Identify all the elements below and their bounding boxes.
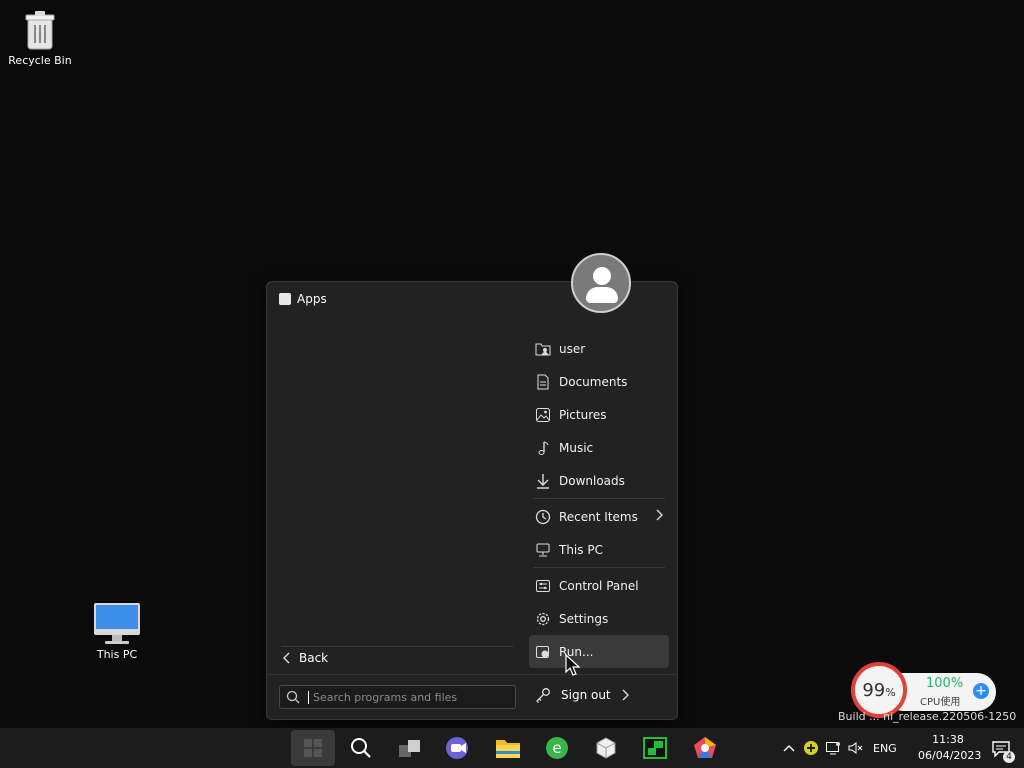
footer-separator [267,674,677,675]
start-item-music[interactable]: Music [529,431,669,464]
recycle-bin-icon [25,11,55,50]
search-placeholder: Search programs and files [313,690,458,704]
svg-text:e: e [552,739,561,757]
start-item-label: Downloads [559,473,625,488]
start-item-downloads[interactable]: Downloads [529,464,669,497]
start-menu: Apps user Documents Pictures Music Downl… [266,281,678,720]
clock-date: 06/04/2023 [918,749,982,762]
music-note-icon [535,440,551,456]
computer-icon [535,542,551,558]
windows-logo-icon [304,739,322,757]
clock-time: 11:38 [932,733,964,746]
memory-unit: % [885,685,896,699]
sign-out-button[interactable]: Sign out [535,687,629,703]
start-item-label: Settings [559,611,609,626]
start-item-label: Pictures [559,407,607,422]
search-button[interactable] [339,730,383,766]
start-item-control-panel[interactable]: Control Panel [529,569,669,602]
this-pc-label: This PC [96,648,138,661]
picture-icon [535,407,551,423]
start-item-recent-items[interactable]: Recent Items [529,500,669,533]
start-item-label: This PC [559,542,603,557]
green-app-icon [643,737,667,759]
start-item-label: Recent Items [559,509,638,524]
memory-percent: 99 [862,679,886,701]
task-view-icon [399,740,420,757]
recycle-bin-label: Recycle Bin [8,54,72,67]
gear-icon [535,611,551,627]
user-folder-icon [535,341,551,357]
back-label: Back [299,651,329,665]
start-item-pictures[interactable]: Pictures [529,398,669,431]
sign-out-label: Sign out [561,688,611,702]
package-box-icon [596,737,616,759]
build-watermark: Build ... ni_release.220506-1250 [838,710,1017,723]
cpu-percent: 100% [926,676,964,691]
start-item-label: Music [559,440,594,455]
avatar-head [593,267,611,285]
run-icon [535,644,551,660]
start-item-settings[interactable]: Settings [529,602,669,635]
start-item-user[interactable]: user [529,332,669,365]
display-icon[interactable] [825,740,841,756]
chevron-right-icon [655,509,663,524]
teams-chat-button[interactable] [436,730,480,766]
chevron-left-icon [283,652,290,664]
colorful-app-button[interactable] [683,730,727,766]
desktop-icon-this-pc[interactable]: This PC [77,602,157,661]
apps-icon [279,293,291,305]
desktop-icon-recycle-bin[interactable]: Recycle Bin [0,10,80,67]
green-app-button[interactable] [633,730,677,766]
document-icon [535,374,551,390]
back-button[interactable]: Back [283,651,328,665]
clock[interactable]: 11:38 06/04/2023 [918,732,982,764]
chevron-up-icon[interactable] [783,744,795,752]
pentagon-app-icon [694,737,716,758]
download-arrow-icon [535,473,551,489]
text-caret [308,690,309,704]
back-separator [281,646,513,647]
computer-icon [94,603,140,644]
menu-separator [533,567,665,568]
browser-button[interactable]: e [535,730,579,766]
apps-title: Apps [297,292,327,306]
mouse-cursor-icon [565,654,581,676]
cpu-label: CPU使用 [920,697,961,708]
package-app-button[interactable] [584,730,628,766]
start-item-documents[interactable]: Documents [529,365,669,398]
start-item-this-pc[interactable]: This PC [529,533,669,566]
avatar-body [586,287,618,303]
speaker-muted-icon[interactable] [847,740,863,756]
apps-header[interactable]: Apps [279,292,327,306]
start-button[interactable] [291,730,335,766]
teams-chat-icon [446,737,468,759]
clock-icon [535,509,551,525]
search-icon [351,738,371,758]
control-panel-icon [535,578,551,594]
plus-badge-icon[interactable] [803,740,819,756]
system-tray: ENG [783,728,897,768]
task-view-button[interactable] [388,730,432,766]
folder-icon [496,740,520,758]
start-item-label: user [559,341,586,356]
start-item-run[interactable]: Run... [529,635,669,668]
notification-count-badge: 4 [1003,751,1015,763]
search-icon [286,690,300,704]
key-icon [536,688,550,703]
boost-plus-icon[interactable]: + [973,683,989,699]
menu-separator [533,498,665,499]
start-item-label: Documents [559,374,628,389]
browser-e-icon: e [546,737,568,759]
language-indicator[interactable]: ENG [873,742,897,755]
taskbar: e ENG 11:38 06/04/2023 4 [0,728,1024,768]
search-input[interactable]: Search programs and files [279,685,516,709]
chevron-right-icon [622,689,629,701]
file-explorer-button[interactable] [486,730,530,766]
start-item-label: Control Panel [559,578,639,593]
start-right-column: user Documents Pictures Music Downloads [529,332,669,668]
user-avatar[interactable] [571,253,631,313]
